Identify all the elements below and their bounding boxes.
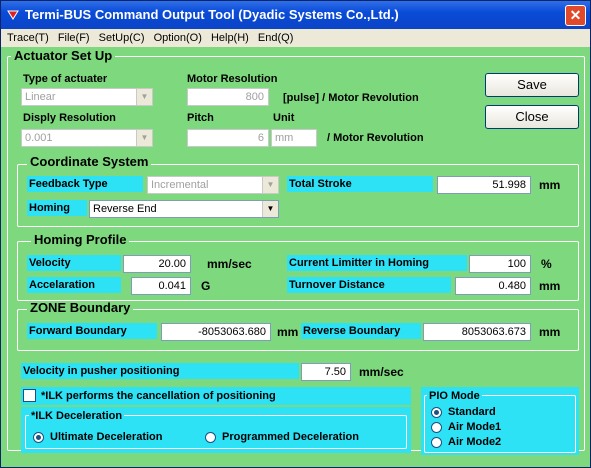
menu-help[interactable]: Help(H) [211,32,249,44]
homing-value: Reverse End [93,203,157,215]
turnover-distance-label: Turnover Distance [287,277,451,293]
app-icon [7,10,19,20]
homing-label: Homing [27,200,87,216]
radio-unselected-icon [431,436,442,448]
acceleration-field[interactable]: 0.041 [131,277,191,295]
acceleration-unit: G [201,279,211,293]
pitch-unit-label: / Motor Revolution [327,132,424,144]
programmed-deceleration-option[interactable]: Programmed Deceleration [205,430,359,444]
forward-boundary-field[interactable]: -8053063.680 [161,323,271,341]
total-stroke-unit: mm [539,178,561,192]
pio-air-mode2-label: Air Mode2 [448,436,502,448]
display-resolution-value: 0.001 [25,132,53,144]
programmed-deceleration-label: Programmed Deceleration [222,431,359,443]
ultimate-deceleration-label: Ultimate Deceleration [50,431,163,443]
ilk-deceleration-panel: *ILK Deceleration Ultimate Deceleration … [21,407,411,453]
save-button[interactable]: Save [485,73,579,97]
total-stroke-field[interactable]: 51.998 [437,176,531,194]
homing-select[interactable]: Reverse End ▼ [89,200,279,218]
unit-label: Unit [273,112,295,124]
menu-option[interactable]: Option(O) [154,32,202,44]
current-limitter-field[interactable]: 100 [469,255,531,273]
menu-bar: Trace(T) File(F) SetUp(C) Option(O) Help… [1,29,590,47]
pio-air-mode2-option[interactable]: Air Mode2 [431,435,501,449]
radio-selected-icon [33,431,44,443]
total-stroke-label: Total Stroke [287,176,433,192]
pusher-velocity-label: Velocity in pusher positioning [21,363,299,379]
pio-standard-label: Standard [448,406,496,418]
ilk-cancel-row[interactable]: *ILK performs the cancellation of positi… [21,387,411,405]
velocity-label: Velocity [27,255,121,271]
chevron-down-icon: ▼ [136,89,152,105]
pio-air-mode1-option[interactable]: Air Mode1 [431,420,501,434]
radio-selected-icon [431,406,442,418]
menu-file[interactable]: File(F) [58,32,90,44]
chevron-down-icon: ▼ [262,201,278,217]
pitch-field[interactable]: 6 [187,129,269,147]
main-window: Termi-BUS Command Output Tool (Dyadic Sy… [0,0,591,468]
menu-setup[interactable]: SetUp(C) [99,32,145,44]
ultimate-deceleration-option[interactable]: Ultimate Deceleration [33,430,162,444]
ilk-deceleration-title: *ILK Deceleration [29,409,125,423]
unit-field[interactable]: mm [271,129,317,147]
pio-mode-panel: PIO Mode Standard Air Mode1 Air Mode2 [421,387,579,455]
chevron-down-icon: ▼ [262,177,278,193]
reverse-boundary-unit: mm [539,325,561,339]
motor-resolution-label: Motor Resolution [187,73,278,85]
ilk-cancel-checkbox[interactable] [23,389,36,402]
pio-standard-option[interactable]: Standard [431,405,496,419]
menu-end[interactable]: End(Q) [258,32,293,44]
coordinate-system-title: Coordinate System [27,155,152,169]
feedback-type-select[interactable]: Incremental ▼ [147,176,279,194]
turnover-distance-field[interactable]: 0.480 [455,277,531,295]
current-limitter-label: Current Limitter in Homing [287,255,467,271]
acceleration-label: Accelaration [27,277,121,293]
close-button[interactable]: Close [485,105,579,129]
pitch-label: Pitch [187,112,214,124]
window-title: Termi-BUS Command Output Tool (Dyadic Sy… [25,7,399,22]
reverse-boundary-field[interactable]: 8053063.673 [423,323,531,341]
pio-air-mode1-label: Air Mode1 [448,421,502,433]
velocity-field[interactable]: 20.00 [123,255,191,273]
feedback-type-value: Incremental [151,179,209,191]
actuator-type-value: Linear [25,91,56,103]
pusher-velocity-unit: mm/sec [359,365,404,379]
motor-resolution-field[interactable]: 800 [187,88,269,106]
turnover-distance-unit: mm [539,279,561,293]
pio-mode-title: PIO Mode [427,389,482,403]
motor-resolution-unit: [pulse] / Motor Revolution [283,92,419,104]
forward-boundary-unit: mm [277,325,299,339]
close-window-button[interactable]: ✕ [565,5,586,26]
menu-trace[interactable]: Trace(T) [7,32,49,44]
display-resolution-label: Disply Resolution [23,112,116,124]
ilk-cancel-label: *ILK performs the cancellation of positi… [41,390,276,402]
title-bar: Termi-BUS Command Output Tool (Dyadic Sy… [1,1,590,29]
forward-boundary-label: Forward Boundary [27,323,157,339]
velocity-unit: mm/sec [207,257,252,271]
reverse-boundary-label: Reverse Boundary [301,323,421,339]
current-limitter-unit: % [541,257,552,271]
radio-unselected-icon [205,431,216,443]
pusher-velocity-field[interactable]: 7.50 [301,363,351,381]
radio-unselected-icon [431,421,442,433]
actuator-type-select[interactable]: Linear ▼ [21,88,153,106]
actuator-setup-title: Actuator Set Up [11,49,116,63]
homing-profile-title: Homing Profile [31,233,130,247]
zone-boundary-title: ZONE Boundary [27,301,134,315]
chevron-down-icon: ▼ [136,130,152,146]
display-resolution-select[interactable]: 0.001 ▼ [21,129,153,147]
feedback-type-label: Feedback Type [27,176,143,192]
actuator-type-label: Type of actuater [23,73,108,85]
